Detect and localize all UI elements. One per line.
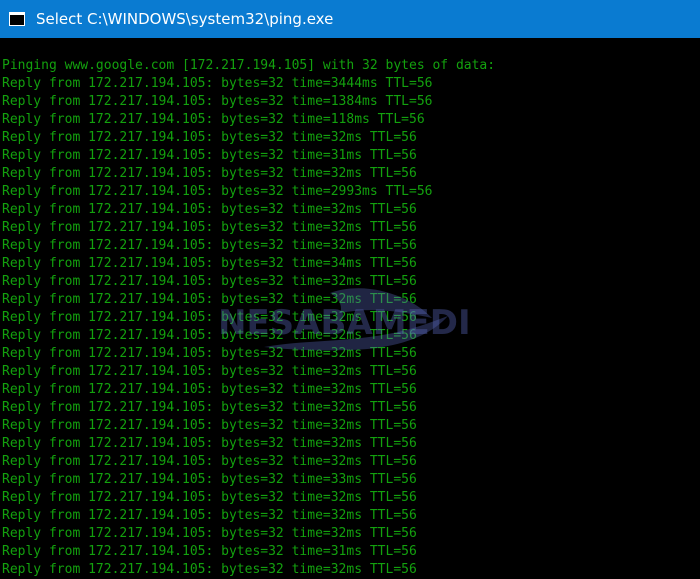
- console-reply-line: Reply from 172.217.194.105: bytes=32 tim…: [2, 400, 417, 415]
- title-bar[interactable]: Select C:\WINDOWS\system32\ping.exe: [0, 0, 700, 38]
- ping-console-window: Select C:\WINDOWS\system32\ping.exe Ping…: [0, 0, 700, 579]
- console-reply-line: Reply from 172.217.194.105: bytes=32 tim…: [2, 364, 417, 379]
- console-lines: Pinging www.google.com [172.217.194.105]…: [2, 57, 495, 579]
- console-reply-line: Reply from 172.217.194.105: bytes=32 tim…: [2, 274, 417, 289]
- console-reply-line: Reply from 172.217.194.105: bytes=32 tim…: [2, 292, 417, 307]
- console-reply-line: Reply from 172.217.194.105: bytes=32 tim…: [2, 310, 417, 325]
- console-reply-line: Reply from 172.217.194.105: bytes=32 tim…: [2, 454, 417, 469]
- console-reply-line: Reply from 172.217.194.105: bytes=32 tim…: [2, 562, 417, 577]
- console-reply-line: Reply from 172.217.194.105: bytes=32 tim…: [2, 202, 417, 217]
- console-reply-line: Reply from 172.217.194.105: bytes=32 tim…: [2, 256, 417, 271]
- console-reply-line: Reply from 172.217.194.105: bytes=32 tim…: [2, 472, 417, 487]
- console-reply-line: Reply from 172.217.194.105: bytes=32 tim…: [2, 238, 417, 253]
- console-reply-line: Reply from 172.217.194.105: bytes=32 tim…: [2, 544, 417, 559]
- console-header-line: Pinging www.google.com [172.217.194.105]…: [2, 58, 496, 73]
- console-reply-line: Reply from 172.217.194.105: bytes=32 tim…: [2, 130, 417, 145]
- console-reply-line: Reply from 172.217.194.105: bytes=32 tim…: [2, 436, 417, 451]
- console-reply-line: Reply from 172.217.194.105: bytes=32 tim…: [2, 508, 417, 523]
- console-reply-line: Reply from 172.217.194.105: bytes=32 tim…: [2, 76, 433, 91]
- console-reply-line: Reply from 172.217.194.105: bytes=32 tim…: [2, 382, 417, 397]
- console-reply-line: Reply from 172.217.194.105: bytes=32 tim…: [2, 328, 417, 343]
- console-reply-line: Reply from 172.217.194.105: bytes=32 tim…: [2, 526, 417, 541]
- console-reply-line: Reply from 172.217.194.105: bytes=32 tim…: [2, 346, 417, 361]
- console-reply-line: Reply from 172.217.194.105: bytes=32 tim…: [2, 148, 417, 163]
- console-reply-line: Reply from 172.217.194.105: bytes=32 tim…: [2, 220, 417, 235]
- console-reply-line: Reply from 172.217.194.105: bytes=32 tim…: [2, 418, 417, 433]
- console-reply-line: Reply from 172.217.194.105: bytes=32 tim…: [2, 112, 425, 127]
- console-output-area[interactable]: Pinging www.google.com [172.217.194.105]…: [0, 38, 700, 579]
- console-reply-line: Reply from 172.217.194.105: bytes=32 tim…: [2, 94, 433, 109]
- console-reply-line: Reply from 172.217.194.105: bytes=32 tim…: [2, 166, 417, 181]
- console-reply-line: Reply from 172.217.194.105: bytes=32 tim…: [2, 184, 433, 199]
- window-title: Select C:\WINDOWS\system32\ping.exe: [36, 10, 334, 28]
- console-reply-line: Reply from 172.217.194.105: bytes=32 tim…: [2, 490, 417, 505]
- console-window-icon: [9, 12, 25, 26]
